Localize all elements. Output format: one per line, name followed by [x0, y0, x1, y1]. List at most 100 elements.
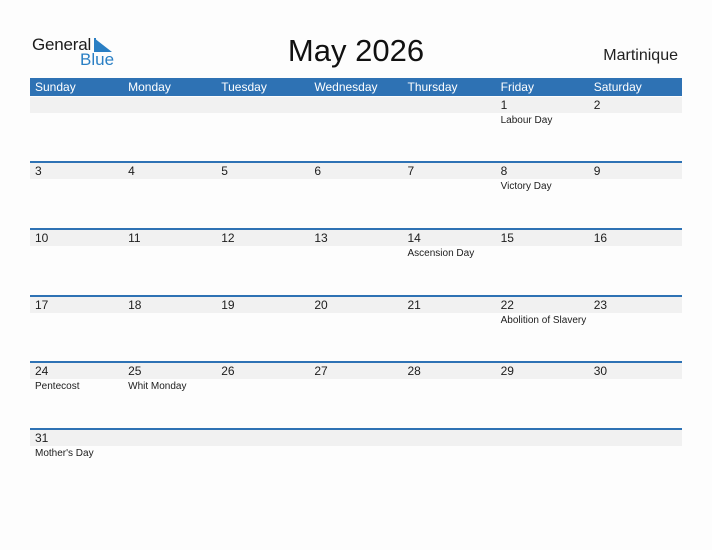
week-cells: 3 4 5 6 7 8 Victory Day 9 — [30, 163, 682, 194]
day-cell: 9 — [589, 163, 682, 194]
week-row: 10 11 12 13 14 Ascension Day 15 16 — [30, 228, 682, 296]
week-cells: 17 18 19 20 21 22 Abolition of Slavery 23 — [30, 297, 682, 328]
day-cell: 26 — [216, 363, 309, 394]
day-number: 3 — [35, 164, 42, 178]
day-number: 14 — [407, 231, 421, 245]
day-number: 31 — [35, 431, 49, 445]
day-cell — [403, 97, 496, 128]
holiday-label: Ascension Day — [407, 248, 475, 259]
day-number: 16 — [593, 231, 608, 245]
day-cell: 31 Mother's Day — [30, 430, 123, 461]
day-number: 19 — [221, 298, 235, 312]
day-cell: 11 — [123, 230, 216, 261]
day-cell: 25 Whit Monday — [123, 363, 216, 394]
week-row: 31 Mother's Day — [30, 428, 682, 496]
day-number — [501, 430, 589, 446]
day-number: 27 — [314, 364, 328, 378]
holiday-label: Pentecost — [35, 381, 80, 392]
day-number: 7 — [407, 164, 415, 178]
day-cell: 15 — [496, 230, 589, 261]
holiday-label: Whit Monday — [128, 381, 187, 392]
country-label: Martinique — [603, 47, 678, 64]
day-cell — [496, 430, 589, 461]
day-cell — [123, 97, 216, 128]
day-number: 26 — [221, 364, 235, 378]
day-cell — [216, 430, 309, 461]
day-cell: 1 Labour Day — [496, 97, 589, 128]
day-cell: 6 — [309, 163, 402, 194]
day-number: 30 — [593, 364, 608, 378]
day-cell — [589, 430, 682, 461]
day-number: 10 — [35, 231, 49, 245]
day-number: 1 — [500, 98, 508, 112]
week-cells: 24 Pentecost 25 Whit Monday 26 27 28 29 30 — [30, 363, 682, 394]
week-cells: 31 Mother's Day — [30, 430, 682, 461]
day-number: 20 — [314, 298, 328, 312]
day-cell: 18 — [123, 297, 216, 328]
weekday-tuesday: Tuesday — [221, 80, 267, 94]
day-number — [221, 97, 309, 113]
day-number — [314, 430, 402, 446]
week-cells: 10 11 12 13 14 Ascension Day 15 16 — [30, 230, 682, 261]
day-number — [408, 430, 496, 446]
day-cell: 7 — [403, 163, 496, 194]
day-cell: 12 — [216, 230, 309, 261]
day-cell: 29 — [496, 363, 589, 394]
day-number: 18 — [128, 298, 142, 312]
day-cell: 5 — [216, 163, 309, 194]
day-number: 25 — [128, 364, 142, 378]
holiday-label: Victory Day — [500, 181, 552, 192]
day-number: 15 — [500, 231, 514, 245]
day-cell: 10 — [30, 230, 123, 261]
day-cell: 4 — [123, 163, 216, 194]
day-cell: 19 — [216, 297, 309, 328]
holiday-label: Mother's Day — [35, 448, 94, 459]
day-cell: 22 Abolition of Slavery — [496, 297, 589, 328]
day-number: 13 — [314, 231, 328, 245]
day-number: 2 — [593, 98, 601, 112]
day-cell: 3 — [30, 163, 123, 194]
week-row: 1 Labour Day 2 — [30, 97, 682, 163]
day-number — [408, 97, 496, 113]
weekday-sunday: Sunday — [35, 80, 76, 94]
day-cell: 30 — [589, 363, 682, 394]
day-number: 9 — [593, 164, 601, 178]
day-cell: 17 — [30, 297, 123, 328]
day-cell: 13 — [309, 230, 402, 261]
day-number: 21 — [407, 298, 421, 312]
day-number — [128, 430, 216, 446]
day-number: 24 — [35, 364, 49, 378]
week-cells: 1 Labour Day 2 — [30, 97, 682, 128]
day-number — [35, 97, 123, 113]
weekday-saturday: Saturday — [593, 80, 642, 94]
day-cell — [309, 97, 402, 128]
day-cell — [30, 97, 123, 128]
day-number: 8 — [500, 164, 508, 178]
week-row: 24 Pentecost 25 Whit Monday 26 27 28 29 30 — [30, 361, 682, 429]
week-row: 3 4 5 6 7 8 Victory Day 9 — [30, 161, 682, 229]
day-cell: 27 — [309, 363, 402, 394]
week-row: 17 18 19 20 21 22 Abolition of Slavery 23 — [30, 295, 682, 363]
day-number — [128, 97, 216, 113]
day-number: 29 — [500, 364, 514, 378]
day-cell: 23 — [589, 297, 682, 328]
weekday-monday: Monday — [128, 80, 171, 94]
day-cell — [403, 430, 496, 461]
weekday-header: Sunday Monday Tuesday Wednesday Thursday… — [30, 78, 682, 96]
day-number: 12 — [221, 231, 235, 245]
day-number: 4 — [128, 164, 135, 178]
holiday-label: Abolition of Slavery — [500, 315, 587, 326]
day-cell: 20 — [309, 297, 402, 328]
day-number — [594, 430, 682, 446]
day-cell: 21 — [403, 297, 496, 328]
day-cell — [309, 430, 402, 461]
day-number — [221, 430, 309, 446]
day-cell — [216, 97, 309, 128]
day-number: 6 — [314, 164, 322, 178]
day-number: 11 — [128, 231, 141, 245]
weekday-thursday: Thursday — [407, 80, 458, 94]
day-cell: 24 Pentecost — [30, 363, 123, 394]
day-cell: 2 — [589, 97, 682, 128]
day-number: 5 — [221, 164, 228, 178]
day-cell: 28 — [403, 363, 496, 394]
